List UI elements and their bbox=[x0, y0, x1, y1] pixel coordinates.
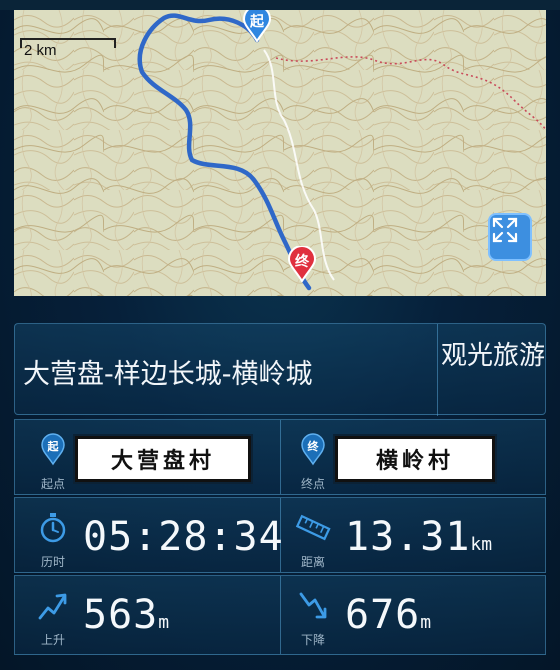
fullscreen-button[interactable] bbox=[488, 213, 532, 261]
expand-icon bbox=[492, 217, 518, 243]
distance-display: 13.31km bbox=[345, 514, 492, 560]
endpoints-row: 起 起点 大营盘村 终 终点 横岭村 bbox=[14, 419, 546, 495]
ascent-display: 563m bbox=[83, 592, 169, 638]
descent-value: 676 bbox=[345, 592, 421, 638]
descent-label: 下降 bbox=[300, 633, 325, 647]
ruler-icon bbox=[295, 514, 331, 541]
end-place-name: 横岭村 bbox=[335, 436, 495, 482]
descent-display: 676m bbox=[345, 592, 431, 638]
distance-value: 13.31 bbox=[345, 514, 471, 560]
distance-unit: km bbox=[470, 534, 493, 555]
divider bbox=[280, 576, 281, 654]
route-title: 大营盘-样边长城-横岭城 bbox=[23, 359, 313, 390]
scale-label: 2 km bbox=[24, 42, 57, 59]
duration-value: 05:28:34 bbox=[83, 514, 284, 560]
descent-unit: m bbox=[420, 612, 432, 633]
duration-label: 历时 bbox=[40, 555, 65, 569]
ascent-label: 上升 bbox=[40, 633, 65, 647]
route-map[interactable]: 2 km 起 终 bbox=[14, 10, 546, 296]
end-marker[interactable]: 终 bbox=[287, 246, 317, 282]
descent-cell: 下降 bbox=[293, 588, 333, 648]
start-marker[interactable]: 起 bbox=[242, 10, 272, 42]
divider bbox=[280, 420, 281, 494]
top-bar bbox=[0, 0, 560, 10]
svg-text:起: 起 bbox=[47, 439, 60, 453]
map-scale: 2 km bbox=[20, 38, 120, 60]
divider bbox=[437, 324, 438, 416]
stopwatch-icon bbox=[40, 513, 66, 543]
distance-label: 距离 bbox=[300, 555, 325, 569]
start-place-name: 大营盘村 bbox=[75, 436, 251, 482]
elevation-row: 上升 563m 下降 676m bbox=[14, 575, 546, 655]
start-label: 起点 bbox=[40, 477, 65, 491]
end-label: 终点 bbox=[300, 477, 325, 491]
route-title-panel: 大营盘-样边长城-横岭城 观光旅游 bbox=[14, 323, 546, 416]
route-category: 观光旅游 bbox=[440, 341, 545, 371]
end-marker-label: 终 bbox=[295, 254, 309, 270]
ascent-cell: 上升 bbox=[33, 588, 73, 648]
ascent-unit: m bbox=[158, 612, 170, 633]
ascent-arrow-icon bbox=[38, 593, 67, 620]
end-pin-icon: 终 bbox=[301, 433, 325, 466]
start-pin-icon: 起 bbox=[41, 433, 65, 466]
start-marker-label: 起 bbox=[250, 14, 264, 30]
distance-cell: 距离 bbox=[293, 510, 333, 570]
end-point-cell: 终 终点 bbox=[293, 432, 333, 492]
ascent-value: 563 bbox=[83, 592, 159, 638]
start-point-cell: 起 起点 bbox=[33, 432, 73, 492]
time-distance-row: 历时 05:28:34 距离 13.31km bbox=[14, 497, 546, 573]
svg-text:终: 终 bbox=[308, 439, 320, 453]
descent-arrow-icon bbox=[299, 592, 327, 619]
duration-cell: 历时 bbox=[33, 510, 73, 570]
